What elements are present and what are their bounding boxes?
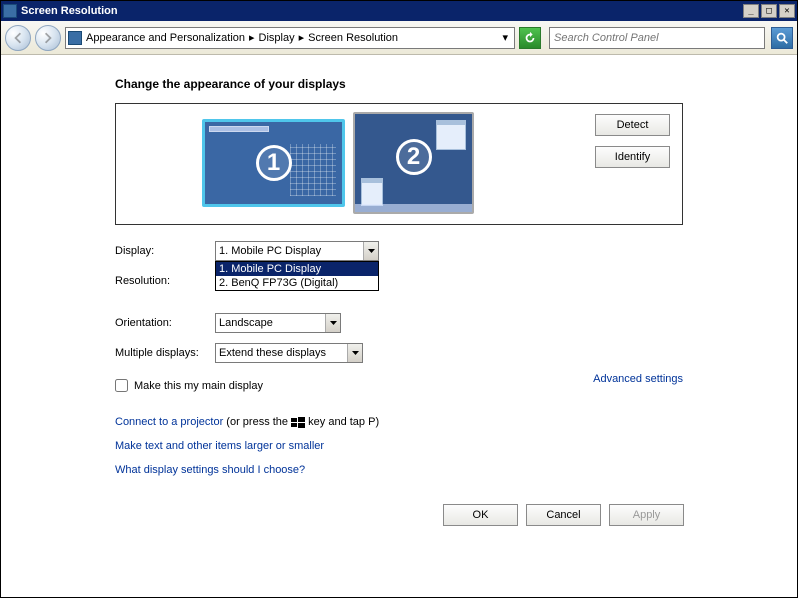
projector-line: Connect to a projector (or press the key… xyxy=(115,416,683,428)
address-dropdown-icon[interactable]: ▾ xyxy=(498,31,512,44)
minimize-button[interactable]: _ xyxy=(743,4,759,18)
display-dropdown-value: 1. Mobile PC Display xyxy=(219,245,321,257)
content-area: Change the appearance of your displays 1… xyxy=(1,55,797,476)
multiple-displays-dropdown-value: Extend these displays xyxy=(219,347,326,359)
display-dropdown-list: 1. Mobile PC Display 2. BenQ FP73G (Digi… xyxy=(215,261,379,291)
monitor-1[interactable]: 1 xyxy=(202,112,345,214)
connect-projector-link[interactable]: Connect to a projector xyxy=(115,416,223,428)
footer-buttons: OK Cancel Apply xyxy=(443,504,684,526)
window-title: Screen Resolution xyxy=(21,5,118,17)
page-title: Change the appearance of your displays xyxy=(115,77,683,91)
projector-suffix-1: (or press the xyxy=(226,416,291,428)
monitors: 1 2 xyxy=(202,112,474,214)
text-size-link[interactable]: Make text and other items larger or smal… xyxy=(115,440,324,452)
search-button[interactable] xyxy=(771,27,793,49)
orientation-dropdown-value: Landscape xyxy=(219,317,273,329)
forward-button[interactable] xyxy=(35,25,61,51)
chevron-down-icon xyxy=(347,344,362,362)
main-display-checkbox[interactable] xyxy=(115,379,128,392)
orientation-dropdown[interactable]: Landscape xyxy=(215,313,341,333)
main-display-row: Make this my main display xyxy=(115,379,263,392)
breadcrumb-sep-icon: ▸ xyxy=(249,31,255,44)
monitor-1-badge: 1 xyxy=(256,145,292,181)
detect-button[interactable]: Detect xyxy=(595,114,670,136)
display-arrangement-area[interactable]: 1 2 Detect Identify xyxy=(115,103,683,225)
chevron-down-icon xyxy=(363,242,378,260)
advanced-settings-link[interactable]: Advanced settings xyxy=(593,373,683,385)
display-side-buttons: Detect Identify xyxy=(595,114,670,168)
address-bar[interactable]: Appearance and Personalization ▸ Display… xyxy=(65,27,515,49)
navbar: Appearance and Personalization ▸ Display… xyxy=(1,21,797,55)
resolution-row: Resolution: xyxy=(115,271,683,291)
breadcrumb-item[interactable]: Screen Resolution xyxy=(308,32,398,44)
breadcrumb-item[interactable]: Appearance and Personalization xyxy=(86,32,245,44)
titlebar-left: Screen Resolution xyxy=(3,4,118,18)
breadcrumb-sep-icon: ▸ xyxy=(299,31,305,44)
address-icon xyxy=(68,31,82,45)
display-option-1[interactable]: 1. Mobile PC Display xyxy=(216,262,378,276)
monitor-2-badge: 2 xyxy=(396,139,432,175)
breadcrumb-item[interactable]: Display xyxy=(259,32,295,44)
main-display-label: Make this my main display xyxy=(134,380,263,392)
window-icon xyxy=(3,4,17,18)
display-option-2[interactable]: 2. BenQ FP73G (Digital) xyxy=(216,276,378,290)
display-row: Display: 1. Mobile PC Display 1. Mobile … xyxy=(115,241,683,261)
ok-button[interactable]: OK xyxy=(443,504,518,526)
chevron-down-icon xyxy=(325,314,340,332)
refresh-button[interactable] xyxy=(519,27,541,49)
cancel-button[interactable]: Cancel xyxy=(526,504,601,526)
display-dropdown[interactable]: 1. Mobile PC Display xyxy=(215,241,379,261)
close-button[interactable]: ✕ xyxy=(779,4,795,18)
monitor-2[interactable]: 2 xyxy=(353,112,474,214)
resolution-label: Resolution: xyxy=(115,275,215,287)
window-buttons: _ □ ✕ xyxy=(743,4,795,18)
maximize-button[interactable]: □ xyxy=(761,4,777,18)
identify-button[interactable]: Identify xyxy=(595,146,670,168)
which-settings-link[interactable]: What display settings should I choose? xyxy=(115,464,305,476)
options-row: Make this my main display Advanced setti… xyxy=(115,373,683,392)
search-input[interactable] xyxy=(554,32,760,44)
orientation-row: Orientation: Landscape xyxy=(115,313,683,333)
search-box[interactable] xyxy=(549,27,765,49)
apply-button: Apply xyxy=(609,504,684,526)
windows-key-icon xyxy=(291,417,305,428)
titlebar: Screen Resolution _ □ ✕ xyxy=(1,1,797,21)
projector-suffix-2: key and tap P) xyxy=(308,416,379,428)
back-button[interactable] xyxy=(5,25,31,51)
multiple-displays-row: Multiple displays: Extend these displays xyxy=(115,343,683,363)
orientation-label: Orientation: xyxy=(115,317,215,329)
display-label: Display: xyxy=(115,245,215,257)
multiple-displays-label: Multiple displays: xyxy=(115,347,215,359)
multiple-displays-dropdown[interactable]: Extend these displays xyxy=(215,343,363,363)
